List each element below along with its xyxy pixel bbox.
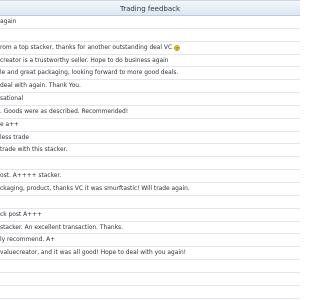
feedback-comment: trade with this stacker. [0, 147, 68, 154]
feedback-row [0, 260, 300, 273]
feedback-comment: stacker. An excellent transaction. Thank… [0, 224, 123, 231]
feedback-comment: ck post A+++ [0, 211, 42, 218]
feedback-comment: ckaging, product, thanks VC it was smurf… [0, 185, 190, 192]
feedback-row: ly recommend. A+ [0, 234, 300, 248]
feedback-row: ck post A+++ [0, 209, 300, 222]
feedback-comment: again [0, 19, 17, 25]
feedback-comment: ost. A++++ stacker. [0, 173, 62, 180]
feedback-comment: le and great packaging, looking forward … [0, 70, 179, 77]
feedback-row: . Goods were as described. Recommended! [0, 106, 300, 119]
feedback-comment: deal with again. Thank You. [0, 83, 81, 90]
feedback-row: ost. A++++ stacker. [0, 170, 300, 183]
feedback-comment: less trade [0, 134, 29, 141]
feedback-row [0, 286, 300, 299]
feedback-row: valuecreator, and it was all good! Hope … [0, 247, 300, 261]
feedback-row: creator is a trustworthy seller. Hope to… [0, 55, 300, 68]
feedback-row [0, 29, 300, 42]
feedback-row: rom a top stacker, thanks for another ou… [0, 42, 300, 55]
feedback-comment: e a++ [0, 121, 19, 128]
feedback-row: deal with again. Thank You. [0, 80, 300, 94]
feedback-row: sational [0, 93, 300, 106]
feedback-comment: . Goods were as described. Recommended! [0, 108, 129, 115]
feedback-comment: sational [0, 96, 24, 103]
feedback-row [0, 196, 300, 209]
trading-feedback-panel: Trading feedback again rom a top stacker,… [0, 0, 300, 300]
feedback-header: Trading feedback [0, 0, 300, 16]
feedback-row: le and great packaging, looking forward … [0, 67, 300, 81]
smiley-icon [174, 44, 181, 51]
feedback-comment: ly recommend. A+ [0, 237, 56, 244]
feedback-row: again [0, 16, 300, 29]
feedback-row: stacker. An excellent transaction. Thank… [0, 222, 300, 235]
feedback-row: less trade [0, 132, 300, 145]
feedback-row [0, 273, 300, 286]
feedback-comment: rom a top stacker, thanks for another ou… [0, 44, 173, 51]
feedback-row: trade with this stacker. [0, 144, 300, 158]
feedback-row [0, 157, 300, 171]
feedback-comment: creator is a trustworthy seller. Hope to… [0, 57, 169, 64]
feedback-comment: valuecreator, and it was all good! Hope … [0, 250, 187, 257]
feedback-header-title: Trading feedback [119, 5, 181, 13]
feedback-row: ckaging, product, thanks VC it was smurf… [0, 183, 300, 196]
feedback-list: again rom a top stacker, thanks for anoth… [0, 16, 300, 299]
feedback-row: e a++ [0, 119, 300, 132]
